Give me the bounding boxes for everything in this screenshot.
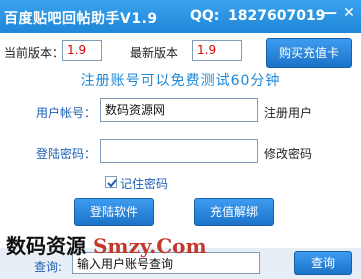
qq-number: 1827607019	[228, 8, 326, 24]
minimize-icon[interactable]: —	[322, 6, 338, 22]
buy-card-button[interactable]: 购买充值卡	[266, 38, 352, 68]
register-link[interactable]: 注册用户	[264, 104, 312, 121]
close-icon[interactable]: ✕	[341, 6, 357, 22]
remember-password-label[interactable]: 记住密码	[120, 175, 168, 192]
modify-password-link[interactable]: 修改密码	[264, 145, 312, 162]
login-button[interactable]: 登陆软件	[74, 198, 154, 226]
query-label: 查询:	[34, 260, 63, 274]
latest-version-field: 1.9	[192, 40, 242, 61]
watermark-cn: 数码资源	[6, 234, 86, 258]
account-input[interactable]: 数码资源网	[100, 98, 258, 122]
account-label: 用户帐号：	[36, 106, 97, 120]
current-version-label: 当前版本：	[4, 46, 65, 60]
title-bar: 百度贴吧回帖助手V1.9 QQ: 1827607019 — ✕	[0, 0, 361, 33]
site-watermark: 数码资源 Smzy.Com	[6, 230, 207, 259]
current-version-field: 1.9	[62, 40, 102, 61]
watermark-en: Smzy.Com	[92, 234, 207, 258]
query-button[interactable]: 查询	[294, 251, 352, 275]
remember-password-checkbox[interactable]	[105, 176, 117, 188]
latest-version-label: 最新版本	[130, 46, 179, 60]
recharge-unbind-button[interactable]: 充值解绑	[194, 198, 274, 226]
checkmark-icon	[107, 179, 117, 188]
free-trial-notice: 注册账号可以免费测试60分钟	[80, 73, 281, 89]
password-input[interactable]	[100, 139, 258, 163]
window-title: 百度贴吧回帖助手V1.9	[4, 11, 158, 27]
password-label: 登陆密码：	[36, 147, 97, 161]
qq-label: QQ:	[190, 8, 220, 24]
